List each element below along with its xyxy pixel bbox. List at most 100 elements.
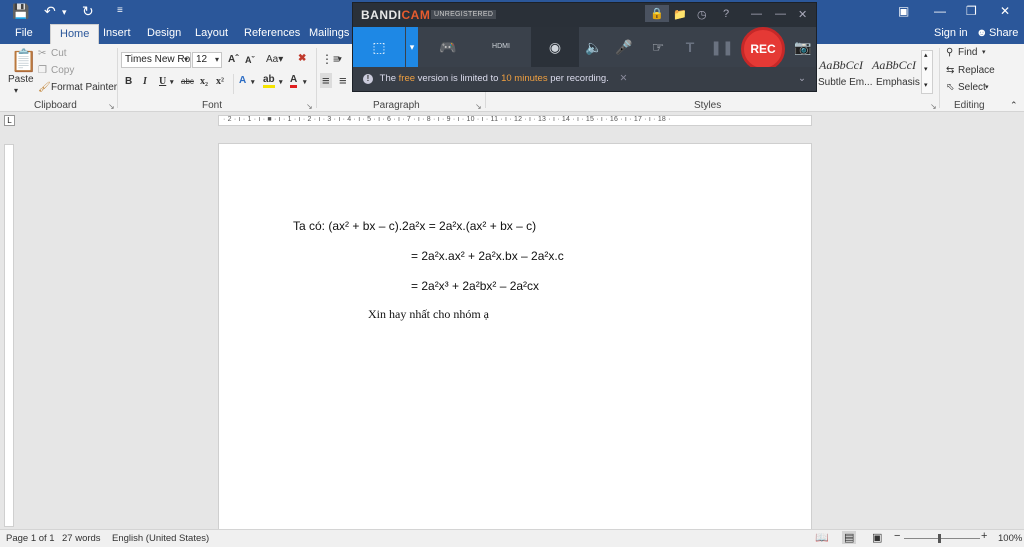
redo-icon[interactable]: ↻ (82, 3, 94, 20)
pause-icon[interactable]: ❚❚ (709, 27, 735, 67)
speaker-icon[interactable]: 🔈 (581, 27, 607, 67)
text-effects-dropdown-icon[interactable]: ▾ (251, 78, 255, 86)
styles-scroll[interactable]: ▴ ▾ ▾ (921, 50, 933, 94)
bandicam-minimize-icon[interactable]: — (751, 8, 762, 20)
mode-dropdown-icon[interactable]: ▾ (406, 27, 418, 67)
cut-icon[interactable]: ✂ (38, 48, 46, 59)
italic-icon[interactable]: I (143, 76, 147, 87)
underline-dropdown-icon[interactable]: ▾ (170, 78, 174, 86)
align-center-icon[interactable]: ≡ (339, 73, 347, 88)
style-emphasis-sample[interactable]: AaBbCcI (872, 58, 916, 73)
replace-icon[interactable]: ⇆ (946, 65, 954, 76)
horizontal-ruler[interactable]: · 2 · ı · 1 · ı · ■ · ı · 1 · ı · 2 · ı … (218, 115, 812, 126)
collapse-ribbon-icon[interactable]: ⌃ (1010, 100, 1018, 111)
strikethrough-icon[interactable]: abc (181, 77, 194, 86)
font-color-icon[interactable]: A (290, 74, 298, 88)
format-painter-button[interactable]: Format Painter (51, 82, 117, 93)
superscript-icon[interactable]: x² (216, 76, 224, 87)
styles-down-icon[interactable]: ▾ (924, 65, 928, 73)
vertical-ruler[interactable] (4, 144, 14, 527)
tab-references[interactable]: References (235, 24, 309, 44)
sign-in-link[interactable]: Sign in (934, 27, 968, 39)
styles-more-icon[interactable]: ▾ (924, 81, 928, 89)
share-button[interactable]: Share (989, 27, 1018, 39)
paragraph-launcher-icon[interactable]: ↘ (475, 102, 482, 111)
bandicam-close-icon[interactable]: ✕ (798, 8, 807, 21)
select-icon[interactable]: ⬁ (946, 82, 954, 93)
tab-insert[interactable]: Insert (94, 24, 140, 44)
notice-expand-icon[interactable]: ⌄ (798, 67, 806, 91)
record-button[interactable]: REC (741, 27, 785, 71)
word-count[interactable]: 27 words (62, 533, 101, 544)
cut-button[interactable]: Cut (51, 48, 67, 59)
zoom-slider-knob[interactable] (938, 534, 941, 543)
tab-selector-icon[interactable]: L (4, 115, 15, 126)
select-button[interactable]: Select (958, 82, 986, 93)
format-painter-icon[interactable]: 🖌 (38, 82, 51, 93)
style-emphasis[interactable]: Emphasis (876, 77, 920, 88)
hdmi-mode-icon[interactable]: HDMI (477, 27, 525, 67)
zoom-in-icon[interactable]: + (981, 530, 987, 542)
document-page[interactable]: Ta có: (ax² + bx – c).2a²x = 2a²x.(ax² +… (218, 143, 812, 533)
webcam-icon[interactable]: ◉ (531, 27, 579, 67)
tab-layout[interactable]: Layout (186, 24, 237, 44)
minimize-icon[interactable]: — (934, 4, 946, 18)
save-icon[interactable]: 💾 (12, 3, 29, 20)
screenshot-camera-icon[interactable]: 📷 (791, 27, 815, 67)
doc-line-2[interactable]: = 2a²x.ax² + 2a²x.bx – 2a²x.c (411, 249, 564, 263)
font-color-dropdown-icon[interactable]: ▾ (303, 78, 307, 86)
select-dropdown-icon[interactable]: ▾ (985, 83, 989, 91)
find-icon[interactable]: ⚲ (946, 47, 953, 58)
language-indicator[interactable]: English (United States) (112, 533, 209, 544)
align-left-icon[interactable]: ≡ (320, 73, 332, 88)
game-mode-icon[interactable]: 🎮 (421, 27, 475, 67)
doc-line-4[interactable]: Xin hay nhất cho nhóm ạ (368, 307, 489, 322)
doc-line-1[interactable]: Ta có: (ax² + bx – c).2a²x = 2a²x.(ax² +… (293, 219, 536, 233)
text-overlay-icon[interactable]: T (677, 27, 703, 67)
cursor-effects-icon[interactable]: ☞ (645, 27, 671, 67)
font-family-dropdown-icon[interactable]: ▾ (184, 55, 188, 64)
print-layout-icon[interactable]: ▤ (842, 531, 857, 544)
undo-icon[interactable]: ↶ (44, 3, 56, 20)
styles-up-icon[interactable]: ▴ (924, 51, 928, 59)
paste-dropdown-icon[interactable]: ▾ (14, 86, 18, 95)
zoom-slider[interactable] (904, 538, 980, 539)
web-layout-icon[interactable]: ▣ (872, 531, 882, 544)
undo-dropdown-icon[interactable]: ▾ (62, 7, 67, 18)
underline-icon[interactable]: U (159, 76, 166, 87)
read-mode-icon[interactable]: 📖 (815, 531, 829, 544)
microphone-icon[interactable]: 🎤 (611, 27, 637, 67)
lock-icon[interactable]: 🔒 (645, 5, 669, 22)
zoom-out-icon[interactable]: − (894, 530, 900, 542)
copy-icon[interactable]: ❐ (38, 65, 47, 76)
clear-formatting-icon[interactable]: ✖ (298, 53, 306, 64)
grow-font-icon[interactable]: Aˆ (228, 54, 239, 65)
tab-home[interactable]: Home (50, 24, 100, 44)
highlight-dropdown-icon[interactable]: ▾ (279, 78, 283, 86)
style-subtle-emphasis-sample[interactable]: AaBbCcI (819, 58, 863, 73)
bold-icon[interactable]: B (125, 76, 132, 87)
customize-quick-access-icon[interactable]: ≡ (117, 5, 123, 16)
folder-icon[interactable]: 📁 (673, 8, 687, 21)
shrink-font-icon[interactable]: Aˇ (245, 55, 255, 65)
style-subtle-emphasis[interactable]: Subtle Em... (818, 77, 872, 88)
clipboard-launcher-icon[interactable]: ↘ (108, 102, 115, 111)
find-dropdown-icon[interactable]: ▾ (982, 48, 986, 56)
share-icon[interactable]: ☻ (976, 27, 988, 39)
ribbon-display-options-icon[interactable]: ▣ (898, 4, 909, 18)
bandicam-maximize-icon[interactable]: — (775, 8, 786, 20)
paste-icon[interactable]: 📋 (10, 48, 37, 74)
highlight-icon[interactable]: ab (263, 74, 275, 88)
font-launcher-icon[interactable]: ↘ (306, 102, 313, 111)
tab-file[interactable]: File (6, 24, 42, 44)
paste-button[interactable]: Paste (8, 74, 34, 85)
find-button[interactable]: Find (958, 47, 977, 58)
help-icon[interactable]: ? (723, 8, 729, 20)
change-case-icon[interactable]: Aa▾ (266, 54, 283, 65)
clock-icon[interactable]: ◷ (697, 8, 707, 21)
bullets-dropdown-icon[interactable]: ▾ (338, 55, 342, 63)
screen-rect-mode-icon[interactable]: ⬚ (353, 27, 405, 67)
font-size-dropdown-icon[interactable]: ▾ (215, 55, 219, 64)
zoom-level[interactable]: 100% (998, 533, 1022, 544)
copy-button[interactable]: Copy (51, 65, 74, 76)
